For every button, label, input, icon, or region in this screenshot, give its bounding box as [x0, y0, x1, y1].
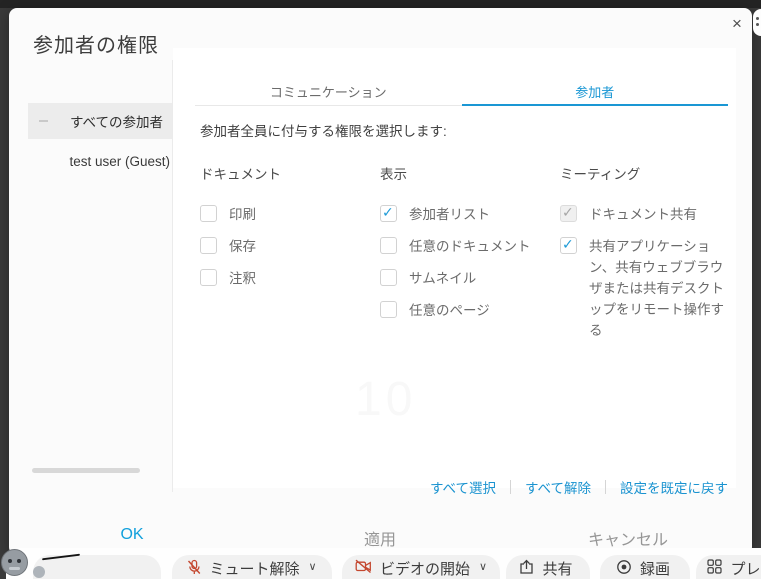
checkbox[interactable] [200, 269, 217, 286]
window-top-frame [0, 0, 761, 8]
option-save[interactable]: 保存 [200, 236, 368, 268]
sidebar-item-test-user[interactable]: test user (Guest) [28, 147, 170, 177]
taskbar-button-label: 録画 [640, 558, 670, 579]
tab-communications[interactable]: コミュニケーション [195, 82, 462, 106]
check-icon: ✓ [382, 204, 394, 221]
panel-dots-icon [756, 17, 759, 20]
chevron-down-icon[interactable]: ∨ [479, 558, 487, 573]
share-icon [519, 559, 534, 575]
record-button[interactable]: 録画 [600, 555, 690, 579]
share-button[interactable]: 共有 [506, 555, 590, 579]
meeting-control-bar: ミュート解除 ∨ ビデオの開始 ∨ 共有 録画 プレ [6, 548, 761, 579]
tab-bar: コミュニケーション 参加者 [195, 82, 728, 106]
option-document-share: ✓ ドキュメント共有 [560, 204, 736, 236]
option-thumbnails[interactable]: サムネイル [380, 268, 560, 300]
selection-links: すべて選択 すべて解除 設定を既定に戻す [430, 477, 728, 497]
close-button[interactable]: × [723, 10, 751, 38]
check-icon: ✓ [562, 236, 574, 253]
side-panel-toggle-button[interactable] [753, 9, 761, 36]
mic-off-icon [187, 559, 201, 576]
taskbar-button-label: プレ [730, 558, 760, 579]
checkbox[interactable] [200, 205, 217, 222]
layout-button[interactable]: プレ [696, 555, 761, 579]
column-header: ミーティング [560, 163, 736, 183]
reset-defaults-link[interactable]: 設定を既定に戻す [620, 477, 728, 497]
option-remote-control-share[interactable]: ✓ 共有アプリケーション、共有ウェブブラウザまたは共有デスクトップをリモート操作… [560, 236, 736, 341]
option-annotate[interactable]: 注釈 [200, 268, 368, 300]
sidebar-horizontal-scrollbar[interactable] [32, 468, 140, 473]
taskbar-button-label: ミュート解除 [209, 558, 299, 579]
participant-privileges-dialog: 参加者の権限 × すべての参加者 test user (Guest) コミュニケ… [9, 8, 752, 555]
check-icon: ✓ [562, 204, 574, 221]
checkbox[interactable] [380, 237, 397, 254]
option-any-page[interactable]: 任意のページ [380, 300, 560, 332]
column-header: ドキュメント [200, 163, 368, 183]
column-meeting: ミーティング ✓ ドキュメント共有 ✓ 共有アプリケーション、共有ウェブブラウザ… [560, 163, 736, 341]
tab-participants[interactable]: 参加者 [462, 82, 729, 106]
ok-button[interactable]: OK [120, 526, 143, 544]
robot-avatar [1, 549, 28, 576]
close-icon: × [732, 14, 742, 34]
checkbox: ✓ [560, 205, 577, 222]
instruction-text: 参加者全員に付与する権限を選択します: [200, 120, 447, 140]
option-participant-list[interactable]: ✓ 参加者リスト [380, 204, 560, 236]
checkbox[interactable] [380, 301, 397, 318]
column-view: 表示 ✓ 参加者リスト 任意のドキュメント サムネイル 任意のページ [380, 163, 560, 332]
apply-button[interactable]: 適用 [364, 526, 396, 550]
record-icon [616, 559, 632, 575]
page-title: 参加者の権限 [33, 29, 159, 58]
option-any-document[interactable]: 任意のドキュメント [380, 236, 560, 268]
option-print[interactable]: 印刷 [200, 204, 368, 236]
column-document: ドキュメント 印刷 保存 注釈 [200, 163, 368, 300]
cancel-button[interactable]: キャンセル [588, 526, 668, 550]
clear-all-link[interactable]: すべて解除 [525, 477, 591, 497]
watermark-text: 10 [355, 372, 416, 427]
link-separator [510, 480, 511, 494]
checkbox[interactable]: ✓ [380, 205, 397, 222]
checkbox[interactable] [200, 237, 217, 254]
sidebar-item-all-participants[interactable]: すべての参加者 [28, 103, 172, 139]
checkbox[interactable] [380, 269, 397, 286]
chevron-down-icon[interactable]: ∨ [308, 558, 316, 573]
link-separator [605, 480, 606, 494]
collapse-dash-icon [39, 120, 48, 122]
checkbox[interactable]: ✓ [560, 237, 577, 254]
avatar-badge [33, 566, 45, 578]
taskbar-button-label: ビデオの開始 [380, 558, 470, 579]
camera-off-icon [355, 559, 372, 574]
sidebar-item-label: すべての参加者 [70, 111, 163, 131]
select-all-link[interactable]: すべて選択 [430, 477, 496, 497]
taskbar-button-label: 共有 [542, 558, 572, 579]
unmute-button[interactable]: ミュート解除 ∨ [172, 555, 332, 579]
layout-grid-icon [707, 559, 722, 574]
start-video-button[interactable]: ビデオの開始 ∨ [342, 555, 500, 579]
column-header: 表示 [380, 163, 560, 183]
